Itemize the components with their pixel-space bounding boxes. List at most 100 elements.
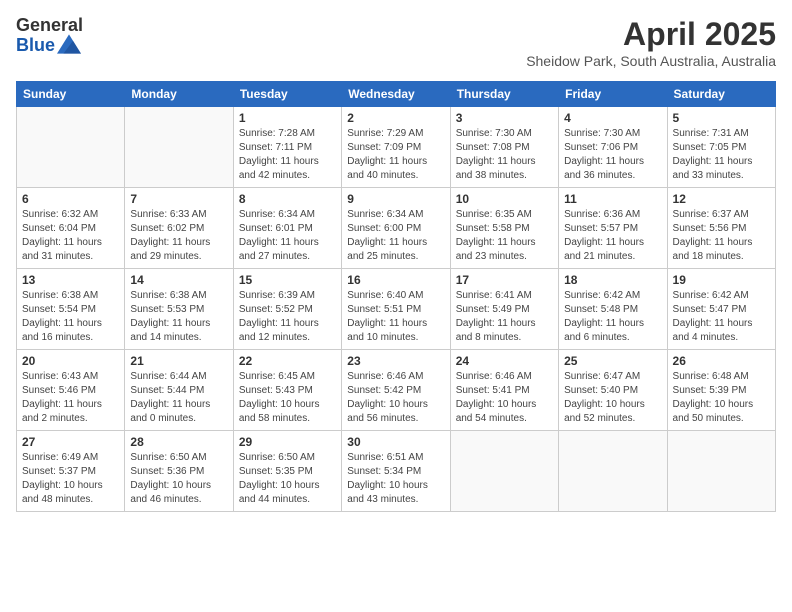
day-number: 6: [22, 192, 119, 206]
calendar-day-cell: 3 Sunrise: 7:30 AMSunset: 7:08 PMDaylight…: [450, 107, 558, 188]
calendar-day-cell: [450, 431, 558, 512]
logo: General Blue: [16, 16, 83, 56]
day-info: Sunrise: 6:32 AMSunset: 6:04 PMDaylight:…: [22, 208, 119, 264]
calendar-day-cell: [667, 431, 775, 512]
weekday-header: Sunday: [17, 82, 125, 107]
day-info: Sunrise: 6:48 AMSunset: 5:39 PMDaylight:…: [673, 370, 770, 426]
calendar-day-cell: 21 Sunrise: 6:44 AMSunset: 5:44 PMDayligh…: [125, 350, 233, 431]
day-number: 3: [456, 111, 553, 125]
day-info: Sunrise: 6:34 AMSunset: 6:00 PMDaylight:…: [347, 208, 444, 264]
calendar-day-cell: 18Sunrise: 6:42 AMSunset: 5:48 PMDayligh…: [559, 269, 667, 350]
calendar-day-cell: 4 Sunrise: 7:30 AMSunset: 7:06 PMDaylight…: [559, 107, 667, 188]
calendar-week-row: 6 Sunrise: 6:32 AMSunset: 6:04 PMDaylight…: [17, 188, 776, 269]
calendar-day-cell: 7Sunrise: 6:33 AMSunset: 6:02 PMDaylight…: [125, 188, 233, 269]
day-number: 7: [130, 192, 227, 206]
day-number: 27: [22, 435, 119, 449]
title-area: April 2025 Sheidow Park, South Australia…: [526, 16, 776, 69]
day-number: 29: [239, 435, 336, 449]
logo-blue-text: Blue: [16, 36, 55, 56]
day-info: Sunrise: 7:31 AMSunset: 7:05 PMDaylight:…: [673, 127, 770, 183]
calendar-day-cell: 23 Sunrise: 6:46 AMSunset: 5:42 PMDayligh…: [342, 350, 450, 431]
day-number: 22: [239, 354, 336, 368]
calendar-day-cell: 5 Sunrise: 7:31 AMSunset: 7:05 PMDaylight…: [667, 107, 775, 188]
day-info: Sunrise: 7:30 AMSunset: 7:06 PMDaylight:…: [564, 127, 661, 183]
calendar-day-cell: [125, 107, 233, 188]
calendar-day-cell: 2 Sunrise: 7:29 AMSunset: 7:09 PMDaylight…: [342, 107, 450, 188]
day-number: 17: [456, 273, 553, 287]
calendar-day-cell: 6 Sunrise: 6:32 AMSunset: 6:04 PMDaylight…: [17, 188, 125, 269]
calendar-day-cell: 1Sunrise: 7:28 AMSunset: 7:11 PMDaylight…: [233, 107, 341, 188]
day-info: Sunrise: 6:50 AMSunset: 5:36 PMDaylight:…: [130, 451, 227, 507]
day-info: Sunrise: 6:35 AMSunset: 5:58 PMDaylight:…: [456, 208, 553, 264]
day-info: Sunrise: 6:47 AMSunset: 5:40 PMDaylight:…: [564, 370, 661, 426]
calendar-day-cell: 29Sunrise: 6:50 AMSunset: 5:35 PMDayligh…: [233, 431, 341, 512]
weekday-header: Tuesday: [233, 82, 341, 107]
day-info: Sunrise: 6:39 AMSunset: 5:52 PMDaylight:…: [239, 289, 336, 345]
day-info: Sunrise: 6:36 AMSunset: 5:57 PMDaylight:…: [564, 208, 661, 264]
calendar-day-cell: 27 Sunrise: 6:49 AMSunset: 5:37 PMDayligh…: [17, 431, 125, 512]
day-info: Sunrise: 6:37 AMSunset: 5:56 PMDaylight:…: [673, 208, 770, 264]
calendar-day-cell: 25Sunrise: 6:47 AMSunset: 5:40 PMDayligh…: [559, 350, 667, 431]
day-number: 26: [673, 354, 770, 368]
calendar-table: SundayMondayTuesdayWednesdayThursdayFrid…: [16, 81, 776, 512]
day-info: Sunrise: 6:44 AMSunset: 5:44 PMDaylight:…: [130, 370, 227, 426]
day-info: Sunrise: 6:41 AMSunset: 5:49 PMDaylight:…: [456, 289, 553, 345]
day-info: Sunrise: 6:49 AMSunset: 5:37 PMDaylight:…: [22, 451, 119, 507]
calendar-day-cell: [559, 431, 667, 512]
day-info: Sunrise: 6:45 AMSunset: 5:43 PMDaylight:…: [239, 370, 336, 426]
day-number: 16: [347, 273, 444, 287]
month-title: April 2025: [526, 16, 776, 53]
weekday-header: Monday: [125, 82, 233, 107]
day-info: Sunrise: 6:42 AMSunset: 5:47 PMDaylight:…: [673, 289, 770, 345]
calendar-day-cell: 10 Sunrise: 6:35 AMSunset: 5:58 PMDayligh…: [450, 188, 558, 269]
day-number: 2: [347, 111, 444, 125]
calendar-header-row: SundayMondayTuesdayWednesdayThursdayFrid…: [17, 82, 776, 107]
calendar-day-cell: 19 Sunrise: 6:42 AMSunset: 5:47 PMDayligh…: [667, 269, 775, 350]
day-number: 12: [673, 192, 770, 206]
day-number: 10: [456, 192, 553, 206]
calendar-day-cell: [17, 107, 125, 188]
weekday-header: Saturday: [667, 82, 775, 107]
day-number: 21: [130, 354, 227, 368]
day-number: 11: [564, 192, 661, 206]
calendar-day-cell: 22 Sunrise: 6:45 AMSunset: 5:43 PMDayligh…: [233, 350, 341, 431]
day-number: 8: [239, 192, 336, 206]
day-number: 28: [130, 435, 227, 449]
day-number: 5: [673, 111, 770, 125]
day-info: Sunrise: 6:46 AMSunset: 5:42 PMDaylight:…: [347, 370, 444, 426]
day-number: 13: [22, 273, 119, 287]
calendar-day-cell: 17 Sunrise: 6:41 AMSunset: 5:49 PMDayligh…: [450, 269, 558, 350]
calendar-week-row: 20Sunrise: 6:43 AMSunset: 5:46 PMDayligh…: [17, 350, 776, 431]
day-number: 19: [673, 273, 770, 287]
calendar-day-cell: 9 Sunrise: 6:34 AMSunset: 6:00 PMDaylight…: [342, 188, 450, 269]
calendar-day-cell: 20Sunrise: 6:43 AMSunset: 5:46 PMDayligh…: [17, 350, 125, 431]
calendar-day-cell: 15Sunrise: 6:39 AMSunset: 5:52 PMDayligh…: [233, 269, 341, 350]
day-number: 30: [347, 435, 444, 449]
day-number: 24: [456, 354, 553, 368]
weekday-header: Thursday: [450, 82, 558, 107]
calendar-day-cell: 28 Sunrise: 6:50 AMSunset: 5:36 PMDayligh…: [125, 431, 233, 512]
day-info: Sunrise: 6:51 AMSunset: 5:34 PMDaylight:…: [347, 451, 444, 507]
calendar-day-cell: 24 Sunrise: 6:46 AMSunset: 5:41 PMDayligh…: [450, 350, 558, 431]
calendar-day-cell: 26 Sunrise: 6:48 AMSunset: 5:39 PMDayligh…: [667, 350, 775, 431]
day-number: 20: [22, 354, 119, 368]
day-number: 1: [239, 111, 336, 125]
day-number: 18: [564, 273, 661, 287]
day-number: 14: [130, 273, 227, 287]
day-number: 9: [347, 192, 444, 206]
day-number: 4: [564, 111, 661, 125]
calendar-day-cell: 13Sunrise: 6:38 AMSunset: 5:54 PMDayligh…: [17, 269, 125, 350]
calendar-day-cell: 12 Sunrise: 6:37 AMSunset: 5:56 PMDayligh…: [667, 188, 775, 269]
day-number: 23: [347, 354, 444, 368]
day-info: Sunrise: 7:30 AMSunset: 7:08 PMDaylight:…: [456, 127, 553, 183]
calendar-day-cell: 30 Sunrise: 6:51 AMSunset: 5:34 PMDayligh…: [342, 431, 450, 512]
calendar-week-row: 27 Sunrise: 6:49 AMSunset: 5:37 PMDayligh…: [17, 431, 776, 512]
calendar-week-row: 1Sunrise: 7:28 AMSunset: 7:11 PMDaylight…: [17, 107, 776, 188]
calendar-day-cell: 11 Sunrise: 6:36 AMSunset: 5:57 PMDayligh…: [559, 188, 667, 269]
weekday-header: Friday: [559, 82, 667, 107]
calendar-day-cell: 8 Sunrise: 6:34 AMSunset: 6:01 PMDaylight…: [233, 188, 341, 269]
day-info: Sunrise: 6:34 AMSunset: 6:01 PMDaylight:…: [239, 208, 336, 264]
page-header: General Blue April 2025 Sheidow Park, So…: [16, 16, 776, 69]
day-info: Sunrise: 7:29 AMSunset: 7:09 PMDaylight:…: [347, 127, 444, 183]
day-info: Sunrise: 6:46 AMSunset: 5:41 PMDaylight:…: [456, 370, 553, 426]
